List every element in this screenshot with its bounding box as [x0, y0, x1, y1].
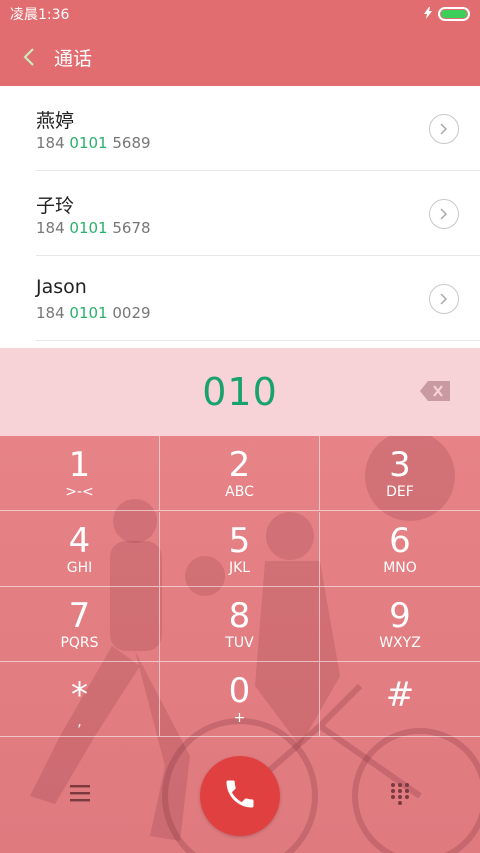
- chevron-right-icon[interactable]: [429, 199, 459, 229]
- key-5[interactable]: 5 JKL: [160, 512, 320, 587]
- contact-name: 子玲: [36, 195, 75, 217]
- contact-row[interactable]: 燕婷 184 0101 5689: [36, 86, 480, 171]
- dialer-actions: [0, 737, 480, 853]
- backspace-icon[interactable]: [420, 381, 450, 401]
- contact-name: 燕婷: [36, 110, 75, 132]
- key-1[interactable]: 1 >-<: [0, 436, 160, 511]
- contact-number: 184 0101 0029: [36, 304, 151, 322]
- key-2[interactable]: 2 ABC: [160, 436, 320, 511]
- contact-number: 184 0101 5678: [36, 219, 151, 237]
- key-3[interactable]: 3 DEF: [320, 436, 480, 511]
- dialpad-icon[interactable]: [388, 781, 412, 805]
- contact-row[interactable]: 子玲 184 0101 5678: [36, 171, 480, 256]
- charging-icon: [424, 6, 432, 22]
- menu-icon[interactable]: [68, 783, 92, 803]
- contact-number: 184 0101 5689: [36, 134, 151, 152]
- key-6[interactable]: 6 MNO: [320, 512, 480, 587]
- app-header: 通话: [0, 28, 480, 86]
- dial-keypad: 1 >-< 2 ABC 3 DEF 4 GHI 5 JKL 6 MNO 7 PQRS 8 TUV…: [0, 436, 480, 737]
- key-star[interactable]: *,: [0, 662, 160, 737]
- key-8[interactable]: 8 TUV: [160, 587, 320, 662]
- page-title: 通话: [54, 47, 93, 70]
- dialed-number: 010: [202, 370, 278, 414]
- back-chevron-icon[interactable]: [18, 46, 40, 68]
- key-hash[interactable]: #: [320, 662, 480, 737]
- status-bar: 凌晨1:36: [0, 0, 480, 28]
- status-time: 凌晨1:36: [10, 7, 70, 23]
- phone-icon: [222, 776, 258, 816]
- dial-input-display: 010: [0, 348, 480, 436]
- key-0[interactable]: 0 +: [160, 662, 320, 737]
- dialer-panel: 010 1 >-< 2 ABC 3 DEF 4 GHI 5 JKL 6 MNO 7 PQRS …: [0, 348, 480, 853]
- chevron-right-icon[interactable]: [429, 114, 459, 144]
- chevron-right-icon[interactable]: [429, 284, 459, 314]
- key-4[interactable]: 4 GHI: [0, 512, 160, 587]
- call-button[interactable]: [200, 756, 280, 836]
- key-9[interactable]: 9 WXYZ: [320, 587, 480, 662]
- contact-row[interactable]: Jason 184 0101 0029: [36, 256, 480, 341]
- key-7[interactable]: 7 PQRS: [0, 587, 160, 662]
- battery-icon: [438, 7, 470, 21]
- contact-name: Jason: [36, 276, 87, 298]
- contact-suggestions: 燕婷 184 0101 5689 子玲 184 0101 5678 Jason …: [0, 86, 480, 348]
